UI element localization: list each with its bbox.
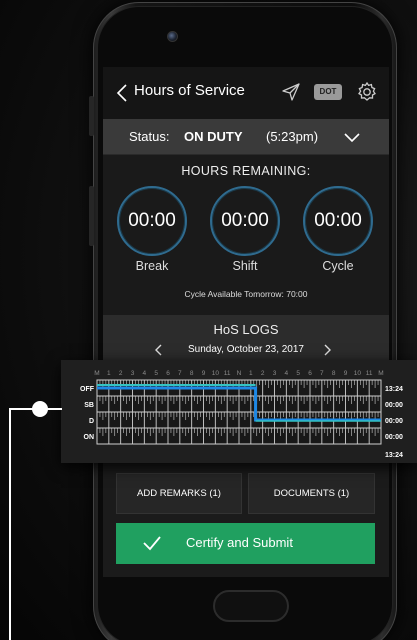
- hour-label: 6: [166, 370, 170, 377]
- hour-label: 9: [344, 370, 348, 377]
- hos-log-graph[interactable]: M 1 2 3 4 5 6 7 8 9 10 11 N 1 2 3 4 5 6 7 8 9 10 11 M OFF 13:24 SB 0…: [61, 360, 417, 463]
- row-label: OFF: [80, 386, 95, 393]
- hour-label: 7: [178, 370, 182, 377]
- status-label: Status:: [129, 129, 170, 144]
- row-total: 00:00: [385, 402, 403, 409]
- hour-label: 8: [190, 370, 194, 377]
- hour-label: 3: [273, 370, 277, 377]
- hour-label: 4: [285, 370, 289, 377]
- break-timer: 00:00: [117, 186, 187, 256]
- hour-label: 11: [366, 370, 373, 377]
- chevron-left-icon[interactable]: [115, 83, 129, 103]
- callout-line: [9, 408, 34, 410]
- row-total: 00:00: [385, 434, 403, 441]
- log-graph-svg: M 1 2 3 4 5 6 7 8 9 10 11 N 1 2 3 4 5 6 7 8 9 10 11 MOFF 13:24SB 0…: [80, 370, 403, 459]
- row-label: ON: [84, 434, 95, 441]
- hour-label: 6: [308, 370, 312, 377]
- callout-line: [40, 408, 62, 410]
- hour-label: 7: [320, 370, 324, 377]
- documents-button[interactable]: DOCUMENTS (1): [248, 473, 375, 514]
- status-time: (5:23pm): [266, 129, 319, 144]
- dot-button[interactable]: DOT: [314, 84, 342, 100]
- gear-icon[interactable]: [356, 81, 378, 103]
- cycle-available-note: Cycle Available Tomorrow: 70:00: [184, 289, 308, 299]
- hour-label: 5: [296, 370, 300, 377]
- row-label: SB: [84, 402, 94, 409]
- send-icon[interactable]: [281, 82, 301, 102]
- hour-label: 2: [119, 370, 123, 377]
- break-timer-value: 00:00: [128, 210, 176, 231]
- hour-label: 4: [143, 370, 147, 377]
- log-date: Sunday, October 23, 2017: [187, 344, 304, 355]
- home-button: [213, 590, 289, 622]
- shift-timer-value: 00:00: [221, 210, 269, 231]
- hour-label: 3: [131, 370, 135, 377]
- page-title: Hours of Service: [134, 82, 245, 99]
- hours-remaining-panel: HOURS REMAINING: 00:00 Break 00:00 Shift…: [103, 155, 389, 315]
- certify-submit-label: Certify and Submit: [186, 535, 293, 550]
- camera-icon: [167, 31, 178, 42]
- app-screen: Hours of Service DOT Status: ON DUTY (5:…: [103, 67, 389, 577]
- hour-label: 10: [354, 370, 362, 377]
- add-remarks-button[interactable]: ADD REMARKS (1): [116, 473, 242, 514]
- hos-logs-header: HoS LOGS Sunday, October 23, 2017: [103, 315, 389, 365]
- row-total: 00:00: [385, 418, 403, 425]
- cycle-timer: 00:00: [303, 186, 373, 256]
- row-total: 13:24: [385, 386, 403, 393]
- shift-timer: 00:00: [210, 186, 280, 256]
- chevron-right-icon[interactable]: [323, 343, 333, 357]
- status-value: ON DUTY: [184, 129, 243, 144]
- break-timer-label: Break: [135, 259, 169, 273]
- hour-label: N: [237, 370, 242, 377]
- hour-label: 1: [249, 370, 253, 377]
- hours-remaining-title: HOURS REMAINING:: [181, 164, 311, 178]
- hour-label: 5: [154, 370, 158, 377]
- hos-logs-title: HoS LOGS: [213, 322, 279, 337]
- hour-label: M: [378, 370, 383, 377]
- hour-label: 2: [261, 370, 265, 377]
- volume-button: [89, 96, 94, 136]
- status-bar[interactable]: Status: ON DUTY (5:23pm): [103, 119, 389, 155]
- certify-submit-button[interactable]: Certify and Submit: [116, 523, 375, 564]
- callout-line: [9, 408, 11, 640]
- row-label: D: [89, 418, 94, 425]
- hour-label: 8: [332, 370, 336, 377]
- shift-timer-label: Shift: [232, 259, 258, 273]
- cycle-timer-value: 00:00: [314, 210, 362, 231]
- hour-label: 10: [212, 370, 220, 377]
- nav-bar: Hours of Service DOT: [103, 67, 389, 119]
- side-button: [89, 186, 94, 246]
- hour-label: 9: [202, 370, 206, 377]
- grand-total: 13:24: [385, 452, 403, 459]
- hour-label: M: [94, 370, 99, 377]
- chevron-down-icon[interactable]: [343, 130, 361, 144]
- checkmark-icon: [143, 536, 161, 551]
- hour-label: 1: [107, 370, 111, 377]
- hour-label: 11: [224, 370, 231, 377]
- cycle-timer-label: Cycle: [322, 259, 354, 273]
